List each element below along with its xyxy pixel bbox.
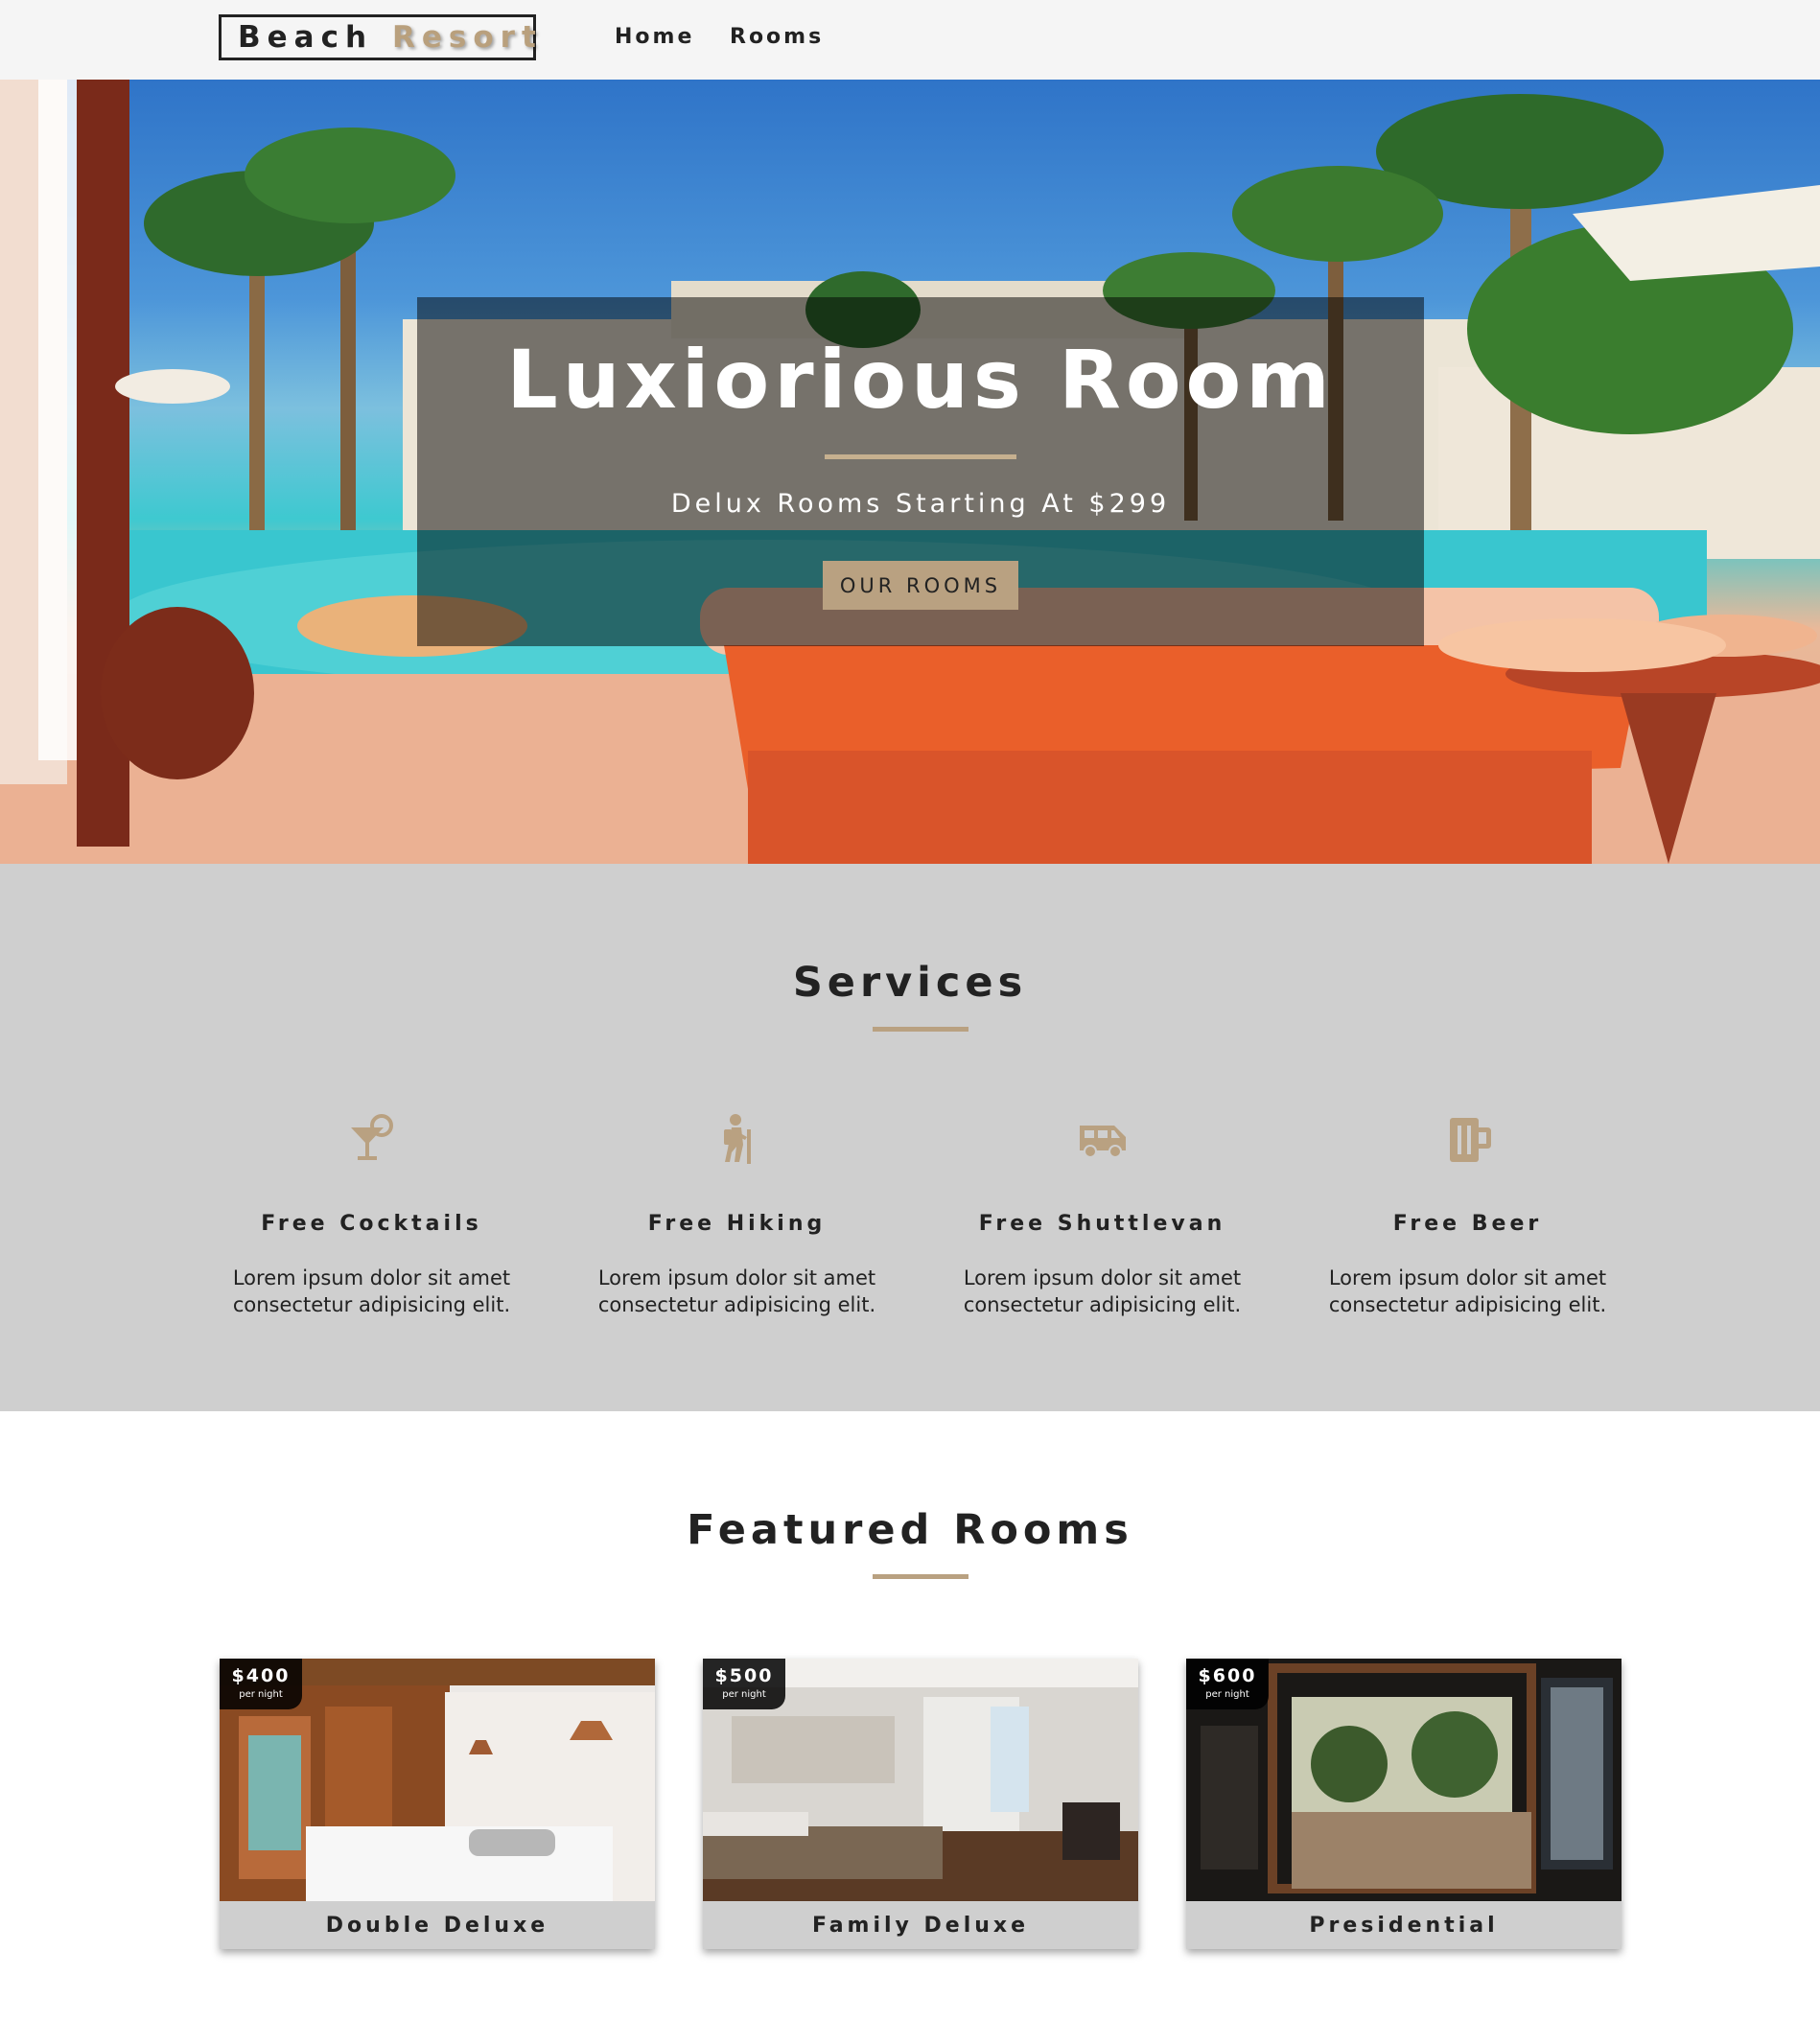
price-per-night: per night xyxy=(722,1689,766,1700)
service-item: Free Hiking Lorem ipsum dolor sit amet c… xyxy=(554,1112,920,1318)
logo[interactable]: Beach Resort xyxy=(219,14,536,60)
room-price: $600 xyxy=(1198,1665,1257,1686)
service-title: Free Shuttlevan xyxy=(978,1212,1226,1236)
services-title-underline xyxy=(873,1027,968,1032)
hero-divider xyxy=(825,454,1016,459)
price-per-night: per night xyxy=(1205,1689,1249,1700)
service-title: Free Cocktails xyxy=(261,1212,482,1236)
nav-link-home[interactable]: Home xyxy=(615,25,694,49)
navbar: Beach Resort Home Rooms xyxy=(0,0,1820,80)
price-badge: $500 per night xyxy=(703,1659,785,1709)
service-description: Lorem ipsum dolor sit amet consectetur a… xyxy=(597,1266,876,1316)
hero-section: Luxiorious Room Delux Rooms Starting At … xyxy=(0,80,1820,864)
room-card[interactable]: $400 per night Double Deluxe xyxy=(220,1659,655,1949)
hero-subtitle: Delux Rooms Starting At $299 xyxy=(670,489,1171,519)
room-price: $400 xyxy=(231,1665,291,1686)
hero-banner: Luxiorious Room Delux Rooms Starting At … xyxy=(417,297,1424,646)
service-description: Lorem ipsum dolor sit amet consectetur a… xyxy=(232,1266,511,1316)
service-item: Free Beer Lorem ipsum dolor sit amet con… xyxy=(1285,1112,1650,1318)
room-price: $500 xyxy=(714,1665,774,1686)
service-title: Free Hiking xyxy=(647,1212,827,1236)
service-description: Lorem ipsum dolor sit amet consectetur a… xyxy=(963,1266,1242,1316)
hero-title: Luxiorious Room xyxy=(506,333,1335,427)
logo-word-beach: Beach xyxy=(238,20,374,55)
services-title: Services xyxy=(792,959,1028,1007)
cocktail-icon xyxy=(189,1112,554,1166)
service-item: Free Shuttlevan Lorem ipsum dolor sit am… xyxy=(920,1112,1285,1318)
room-card[interactable]: $500 per night Family Deluxe xyxy=(703,1659,1138,1949)
price-badge: $400 per night xyxy=(220,1659,302,1709)
service-title: Free Beer xyxy=(1392,1212,1543,1236)
our-rooms-button[interactable]: OUR ROOMS xyxy=(823,561,1018,610)
featured-rooms-title-underline xyxy=(873,1574,968,1579)
room-card[interactable]: $600 per night Presidential xyxy=(1186,1659,1622,1949)
shuttle-van-icon xyxy=(920,1112,1285,1166)
room-name[interactable]: Family Deluxe xyxy=(703,1901,1138,1949)
hiking-icon xyxy=(554,1112,920,1166)
featured-rooms-title: Featured Rooms xyxy=(687,1506,1133,1554)
service-description: Lorem ipsum dolor sit amet consectetur a… xyxy=(1328,1266,1607,1316)
beer-icon xyxy=(1285,1112,1650,1166)
logo-word-resort: Resort xyxy=(392,20,543,55)
service-item: Free Cocktails Lorem ipsum dolor sit ame… xyxy=(189,1112,554,1318)
price-badge: $600 per night xyxy=(1186,1659,1269,1709)
price-per-night: per night xyxy=(239,1689,283,1700)
nav-link-rooms[interactable]: Rooms xyxy=(730,25,824,49)
room-name[interactable]: Presidential xyxy=(1186,1901,1622,1949)
room-name[interactable]: Double Deluxe xyxy=(220,1901,655,1949)
